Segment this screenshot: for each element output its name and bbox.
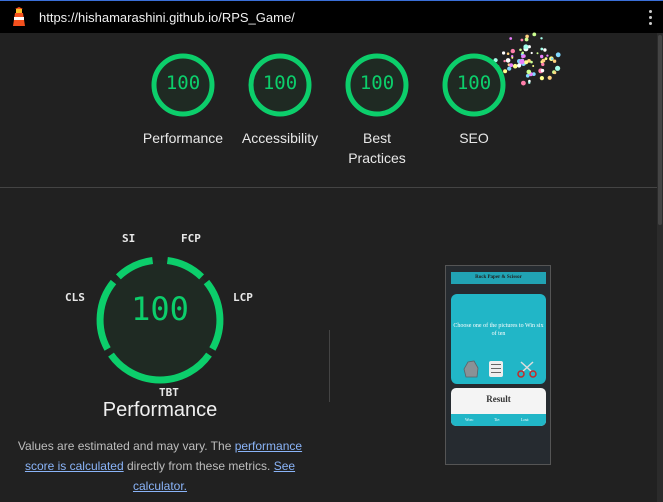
gauge-best-practices[interactable]: 100 Best Practices xyxy=(327,52,427,168)
performance-title: Performance xyxy=(102,399,218,421)
thumb-result-bar: Won: Tie: Lost: xyxy=(451,414,546,426)
metric-label-tbt[interactable]: TBT xyxy=(159,386,179,399)
confetti-dot xyxy=(519,48,522,52)
section-divider xyxy=(0,187,657,188)
confetti-dot xyxy=(520,38,524,42)
thumb-lost: Lost: xyxy=(521,417,530,422)
desc-text: directly from these metrics. xyxy=(123,459,274,473)
rock-icon xyxy=(463,360,479,378)
confetti-dot xyxy=(540,37,543,40)
gauge-label: Accessibility xyxy=(241,130,319,146)
desc-text: Values are estimated and may vary. The xyxy=(17,439,235,453)
gauge-label: SEO xyxy=(459,130,489,146)
performance-score: 100 xyxy=(131,290,189,328)
category-gauges: 100 Performance 100 Accessibility 100 Be… xyxy=(0,52,663,182)
thumb-result-panel: Result Won: Tie: Lost: xyxy=(451,388,546,426)
scissors-icon xyxy=(517,361,537,378)
confetti-dot xyxy=(525,34,529,39)
metric-label-cls[interactable]: CLS xyxy=(65,291,85,304)
metric-label-fcp[interactable]: FCP xyxy=(181,232,201,245)
confetti-dot xyxy=(540,47,544,51)
thumb-won: Won: xyxy=(465,417,474,422)
thumb-card-text: Choose one of the pictures to Win six of… xyxy=(453,323,544,337)
thumb-choices xyxy=(459,360,539,378)
thumb-game-card: Choose one of the pictures to Win six of… xyxy=(451,294,546,384)
confetti-dot xyxy=(523,44,529,50)
gauge-score: 100 xyxy=(359,72,395,94)
confetti-dot xyxy=(524,37,529,42)
gauge-performance[interactable]: 100 Performance xyxy=(133,52,233,148)
gauge-label: Performance xyxy=(142,130,224,146)
gauge-seo[interactable]: 100 SEO xyxy=(424,52,524,148)
lighthouse-icon xyxy=(13,7,25,26)
gauge-score: 100 xyxy=(262,72,298,94)
url-bar: https://hishamarashini.github.io/RPS_Gam… xyxy=(0,0,663,33)
thumb-result-title: Result xyxy=(486,394,511,404)
page-url[interactable]: https://hishamarashini.github.io/RPS_Gam… xyxy=(39,10,295,25)
metric-label-si[interactable]: SI xyxy=(122,232,135,245)
confetti-dot xyxy=(509,37,513,40)
gauge-score: 100 xyxy=(456,72,492,94)
gauge-score: 100 xyxy=(165,72,201,94)
confetti-dot xyxy=(532,32,537,37)
vertical-divider xyxy=(329,330,330,402)
page-screenshot-thumbnail[interactable]: Rock Paper & Scissor Choose one of the p… xyxy=(445,265,551,465)
gauge-accessibility[interactable]: 100 Accessibility xyxy=(230,52,330,148)
paper-icon xyxy=(489,361,503,377)
thumb-tie: Tie: xyxy=(494,417,501,422)
metric-label-lcp[interactable]: LCP xyxy=(233,291,253,304)
thumb-header: Rock Paper & Scissor xyxy=(451,272,546,284)
performance-description: Values are estimated and may vary. The p… xyxy=(10,436,310,496)
more-vert-icon[interactable] xyxy=(649,10,653,26)
gauge-label: Best Practices xyxy=(348,130,406,166)
